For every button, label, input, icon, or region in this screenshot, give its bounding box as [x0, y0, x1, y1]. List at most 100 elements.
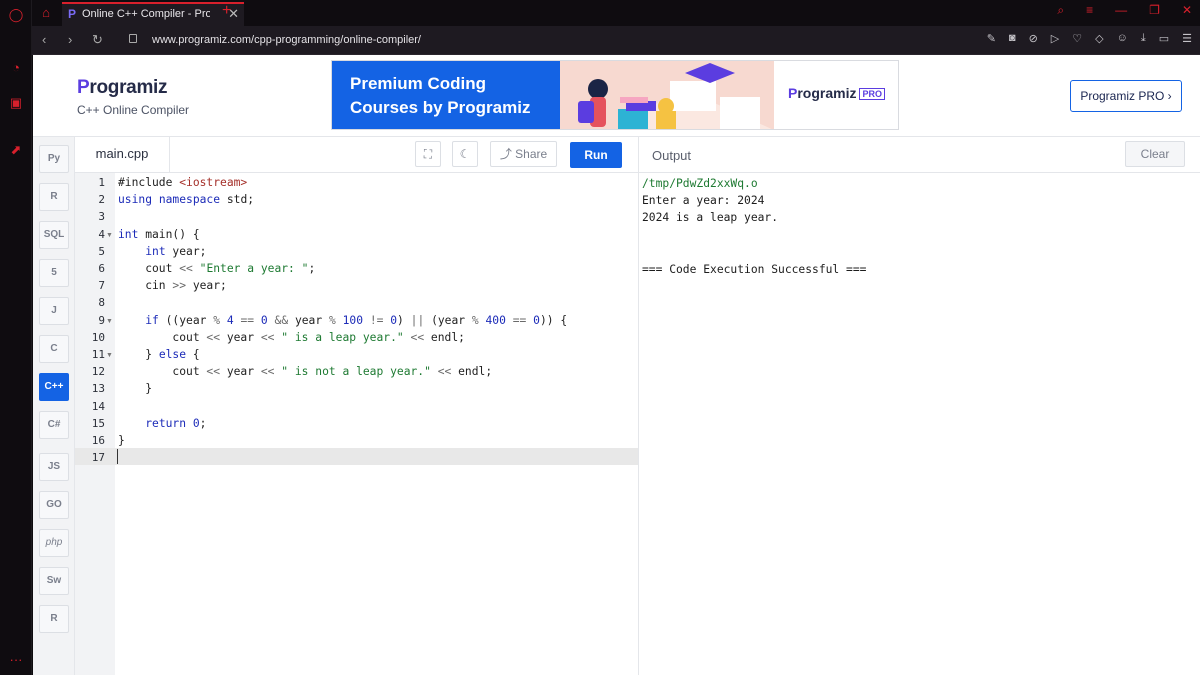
line-number: 7 [98, 279, 105, 293]
dark-mode-icon[interactable]: ☾ [452, 141, 478, 167]
game-icon[interactable]: ▣ [8, 95, 24, 111]
swift-language-icon[interactable]: Sw [39, 567, 69, 595]
r-language-icon[interactable]: R [39, 183, 69, 211]
fold-arrow-icon[interactable]: ▼ [106, 352, 113, 359]
line-number: 6 [98, 262, 105, 275]
new-tab-button[interactable]: + [222, 2, 231, 20]
line-number: 9 [98, 313, 105, 327]
reload-icon[interactable]: ↻ [92, 32, 103, 48]
csharp-language-icon[interactable]: C# [39, 411, 69, 439]
cube-icon[interactable]: ◇ [1095, 32, 1103, 45]
code-editor[interactable]: 1 2 3 4 5 6 7 8 9 10 11 12 13 14 15 16 17 #include <iost… [75, 173, 638, 675]
opera-logo-icon[interactable]: ◯ [8, 7, 24, 23]
line-number: 3 [98, 210, 105, 224]
java-language-icon[interactable]: J [39, 297, 69, 325]
battery-icon[interactable]: ▭ [1159, 32, 1169, 45]
share-icon: ⤴ [499, 147, 516, 161]
code-line[interactable]: using namespace std; [118, 193, 254, 206]
camera-icon[interactable]: ◙ [1009, 32, 1016, 45]
output-panel: Output Clear /tmp/PdwZd2xxWq.o Enter a ye… [638, 137, 1200, 675]
web-page: Programiz C++ Online Compiler Premium Co… [33, 55, 1200, 675]
cpp-language-icon[interactable]: C++ [39, 373, 69, 401]
heart-icon[interactable]: ♡ [1072, 32, 1082, 45]
profile-icon[interactable]: ☺ [1117, 32, 1128, 45]
back-icon[interactable]: ‹ [42, 32, 46, 47]
search-icon[interactable]: ⌕ [1057, 3, 1064, 18]
output-title: Output [652, 148, 692, 163]
edit-icon[interactable]: ✎ [987, 32, 996, 45]
code-line[interactable]: } [118, 382, 152, 395]
run-button[interactable]: Run [570, 142, 622, 168]
code-line[interactable]: } [118, 434, 125, 447]
close-window-icon[interactable]: ✕ [1182, 3, 1192, 18]
adblock-icon[interactable]: ⊘ [1029, 32, 1038, 45]
play-icon[interactable]: ▷ [1051, 32, 1059, 45]
line-number: 4 [98, 227, 105, 241]
share-button[interactable]: ⤴ Share [490, 141, 557, 167]
forward-icon[interactable]: › [68, 32, 72, 47]
banner-programiz-logo: Programiz PRO [788, 85, 885, 101]
output-line: /tmp/PdwZd2xxWq.o [642, 177, 758, 190]
download-icon[interactable]: ⤓ [1141, 32, 1146, 45]
active-line-highlight [75, 448, 638, 465]
student-books-illustration [560, 61, 776, 129]
code-line[interactable]: if ((year % 4 == 0 && year % 100 != 0) |… [118, 314, 567, 327]
window-controls: ⌕ ≡ — ❐ ✕ [1057, 3, 1192, 18]
minimize-icon[interactable]: — [1115, 3, 1127, 18]
sql-language-icon[interactable]: SQL [39, 221, 69, 249]
line-number: 14 [91, 399, 105, 413]
javascript-language-icon[interactable]: JS [39, 453, 69, 481]
menu-icon[interactable]: ☰ [1182, 32, 1192, 45]
speed-dial-icon[interactable]: ◔ [8, 60, 24, 76]
code-line[interactable]: cout << year << " is not a leap year." <… [118, 365, 492, 378]
code-line[interactable]: } else { [118, 348, 199, 361]
workspace-icon[interactable]: ⌂ [38, 5, 54, 21]
restore-icon[interactable]: ❐ [1149, 3, 1160, 18]
output-line: 2024 is a leap year. [642, 211, 779, 225]
html5-language-icon[interactable]: 5 [39, 259, 69, 287]
url-field[interactable]: www.programiz.com/cpp-programming/online… [152, 34, 421, 46]
editor-toolbar: main.cpp ⛶ ☾ ⤴ Share Run [75, 137, 638, 173]
line-number: 5 [98, 244, 105, 258]
python-language-icon[interactable]: Py [39, 145, 69, 173]
file-tab-main-cpp[interactable]: main.cpp [75, 137, 170, 173]
ad-banner[interactable]: Premium Coding Courses by Programiz Prog… [331, 60, 899, 130]
menu-icon[interactable]: ≡ [1086, 3, 1093, 18]
programiz-logo[interactable]: Programiz [77, 77, 168, 99]
rust-language-icon[interactable]: R [39, 605, 69, 633]
address-bar: ‹ › ↻ www.programiz.com/cpp-programming/… [32, 26, 1200, 55]
more-icon[interactable]: ··· [8, 652, 24, 668]
programiz-favicon-icon: P [68, 7, 77, 21]
go-language-icon[interactable]: GO [39, 491, 69, 519]
site-header: Programiz C++ Online Compiler Premium Co… [33, 55, 1200, 137]
code-line[interactable]: #include <iostream> [118, 176, 247, 189]
language-sidebar: Py R SQL 5 J C C++ C# JS GO php Sw R [33, 137, 75, 675]
line-number: 2 [98, 193, 105, 207]
code-line[interactable]: return 0; [118, 417, 206, 430]
c-language-icon[interactable]: C [39, 335, 69, 363]
line-number: 17 [91, 451, 105, 465]
fold-arrow-icon[interactable]: ▼ [106, 232, 113, 239]
code-line[interactable]: cin >> year; [118, 279, 227, 292]
code-line[interactable]: int year; [118, 245, 206, 258]
banner-illustration [560, 61, 776, 129]
code-line[interactable]: cout << "Enter a year: "; [118, 262, 315, 275]
code-line[interactable]: int main() { [118, 228, 200, 241]
share-label: Share [515, 147, 548, 161]
fullscreen-icon[interactable]: ⛶ [415, 141, 441, 167]
line-number: 11 [91, 348, 105, 361]
programiz-pro-button[interactable]: Programiz PRO › [1070, 80, 1182, 112]
code-line[interactable]: cout << year << " is a leap year." << en… [118, 331, 465, 344]
fold-arrow-icon[interactable]: ▼ [106, 318, 113, 325]
output-header: Output Clear [639, 137, 1200, 173]
banner-title-line1: Premium Coding [350, 74, 487, 93]
output-line: === Code Execution Successful === [642, 263, 867, 276]
clear-button[interactable]: Clear [1125, 141, 1185, 167]
browser-tab[interactable]: P Online C++ Compiler - Pro ✕ [62, 2, 244, 26]
php-language-icon[interactable]: php [39, 529, 69, 557]
banner-text-area: Premium Coding Courses by Programiz [332, 61, 560, 129]
output-line: Enter a year: 2024 [642, 194, 765, 208]
pin-icon[interactable]: ⬈ [8, 142, 24, 158]
line-number: 8 [98, 296, 105, 310]
banner-logo-area: Programiz PRO [774, 61, 898, 129]
